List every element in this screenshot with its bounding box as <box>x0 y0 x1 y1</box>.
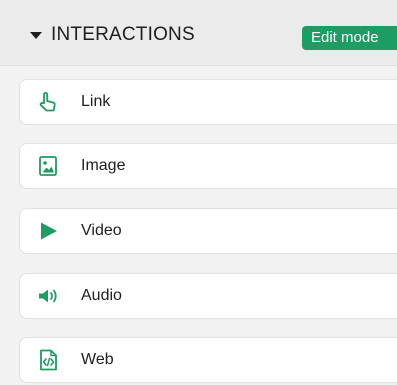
image-icon <box>39 156 57 176</box>
interaction-item-label: Web <box>81 351 114 368</box>
section-title: INTERACTIONS <box>51 24 195 45</box>
interaction-item-image[interactable]: Image <box>19 143 397 189</box>
edit-mode-button[interactable]: Edit mode <box>302 26 397 50</box>
interaction-item-audio[interactable]: Audio <box>19 273 397 319</box>
interactions-panel: INTERACTIONS Edit mode Link Image Video <box>0 0 397 385</box>
caret-down-icon <box>30 32 42 39</box>
speaker-icon <box>39 289 57 303</box>
web-code-icon <box>40 349 57 371</box>
interaction-item-label: Link <box>81 93 111 110</box>
interaction-item-label: Audio <box>81 287 122 304</box>
interaction-item-label: Video <box>81 222 122 239</box>
interaction-item-link[interactable]: Link <box>19 79 397 125</box>
interaction-item-web[interactable]: Web <box>19 337 397 383</box>
play-icon <box>41 222 57 240</box>
interactions-header: INTERACTIONS Edit mode <box>0 0 397 66</box>
pointer-hand-icon <box>39 92 56 112</box>
interactions-collapse-toggle[interactable]: INTERACTIONS <box>30 24 195 46</box>
interaction-item-video[interactable]: Video <box>19 208 397 254</box>
interaction-item-label: Image <box>81 157 126 174</box>
